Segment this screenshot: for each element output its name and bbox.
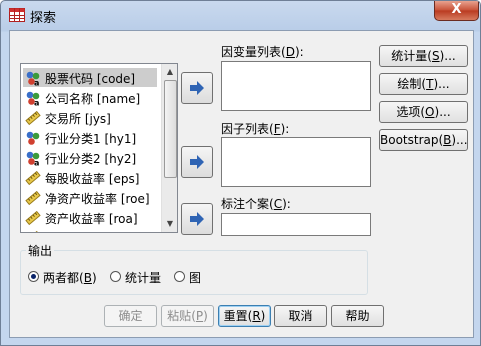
close-button[interactable]: X (434, 1, 479, 21)
nominal-icon (25, 130, 41, 146)
case-label-field[interactable] (221, 213, 371, 236)
radio-dot[interactable] (110, 271, 121, 282)
scale-ruler-icon (25, 230, 41, 232)
variable-label: 行业分类2 [hy2] (45, 152, 137, 166)
variable-label: 交易所 [jys] (45, 112, 111, 126)
variable-list-item[interactable]: a 公司名称 [name] (23, 88, 157, 108)
variable-label: a (45, 230, 52, 232)
move-to-dependent-button[interactable] (181, 72, 213, 104)
radio-label: 两者都(B) (43, 271, 97, 285)
variable-list-item[interactable]: a 行业分类2 [hy2] (23, 148, 157, 168)
factor-list-label: 因子列表(F): (221, 122, 290, 136)
move-to-case-label-button[interactable] (181, 203, 213, 235)
scale-ruler-icon (25, 210, 41, 226)
variable-list-item[interactable]: 每股收益率 [eps] (23, 168, 157, 187)
radio-dot[interactable] (174, 271, 185, 282)
svg-text:a: a (34, 79, 39, 87)
options-button[interactable]: 选项(O)... (379, 101, 468, 123)
arrow-right-icon (190, 81, 204, 95)
svg-text:a: a (34, 99, 39, 107)
source-variable-list[interactable]: a 股票代码 [code] a 公司名称 [name] 交易所 [jys] 行业分类1 [… (20, 63, 178, 233)
variable-label: 净资产收益率 [roe] (45, 192, 150, 206)
radio-dot[interactable] (28, 271, 39, 282)
move-to-factor-button[interactable] (181, 146, 213, 178)
table-app-icon (9, 8, 25, 22)
variable-label: 行业分类1 [hy1] (45, 132, 137, 146)
nominal-string-icon: a (25, 150, 41, 168)
factor-list-box[interactable] (221, 137, 371, 187)
title-bar[interactable]: 探索 X (1, 1, 480, 29)
scrollbar-thumb[interactable] (164, 80, 177, 178)
variable-list-item[interactable]: a (23, 228, 157, 232)
statistics-button[interactable]: 统计量(S)... (379, 45, 468, 67)
dialog-client-area: a 股票代码 [code] a 公司名称 [name] 交易所 [jys] 行业分类1 [… (9, 30, 474, 338)
svg-text:a: a (34, 159, 39, 167)
variable-list-item[interactable]: a 股票代码 [code] (23, 68, 157, 88)
variable-list-item[interactable]: 净资产收益率 [roe] (23, 188, 157, 207)
vertical-scrollbar[interactable]: ▲ ▼ (161, 64, 177, 232)
explore-dialog: 探索 X a 股票代码 [code] a 公司名称 [name] 交易所 [jys] 行业… (0, 0, 481, 346)
reset-button[interactable]: 重置(R) (218, 305, 271, 327)
paste-button[interactable]: 粘贴(P) (161, 305, 214, 327)
dependent-list-label: 因变量列表(D): (221, 45, 304, 59)
variable-label: 公司名称 [name] (45, 92, 141, 106)
scale-ruler-icon (25, 170, 41, 186)
variable-label: 资产收益率 [roa] (45, 212, 138, 226)
scroll-up-icon[interactable]: ▲ (162, 64, 177, 80)
bootstrap-button[interactable]: Bootstrap(B)... (379, 129, 468, 151)
radio-label: 图 (189, 271, 202, 285)
output-group-title: 输出 (26, 242, 55, 259)
case-label-label: 标注个案(C): (221, 197, 291, 211)
arrow-right-icon (190, 212, 204, 226)
scroll-down-icon[interactable]: ▼ (162, 216, 177, 232)
nominal-string-icon: a (25, 90, 41, 108)
scale-ruler-icon (25, 190, 41, 206)
cancel-button[interactable]: 取消 (274, 305, 327, 327)
nominal-string-icon: a (25, 70, 41, 88)
dependent-list-box[interactable] (221, 61, 371, 111)
scale-ruler-icon (25, 110, 41, 126)
variable-label: 每股收益率 [eps] (45, 172, 140, 186)
output-group: 输出 两者都(B) 统计量 图 (20, 242, 368, 295)
arrow-right-icon (190, 155, 204, 169)
radio-label: 统计量 (125, 271, 162, 285)
variable-list-item[interactable]: 资产收益率 [roa] (23, 208, 157, 227)
help-button[interactable]: 帮助 (331, 305, 384, 327)
window-title: 探索 (30, 11, 57, 26)
variable-list-item[interactable]: 交易所 [jys] (23, 108, 157, 127)
plots-button[interactable]: 绘制(T)... (379, 73, 468, 95)
variable-label: 股票代码 [code] (45, 72, 136, 86)
variable-list-item[interactable]: 行业分类1 [hy1] (23, 128, 157, 147)
ok-button[interactable]: 确定 (104, 305, 157, 327)
